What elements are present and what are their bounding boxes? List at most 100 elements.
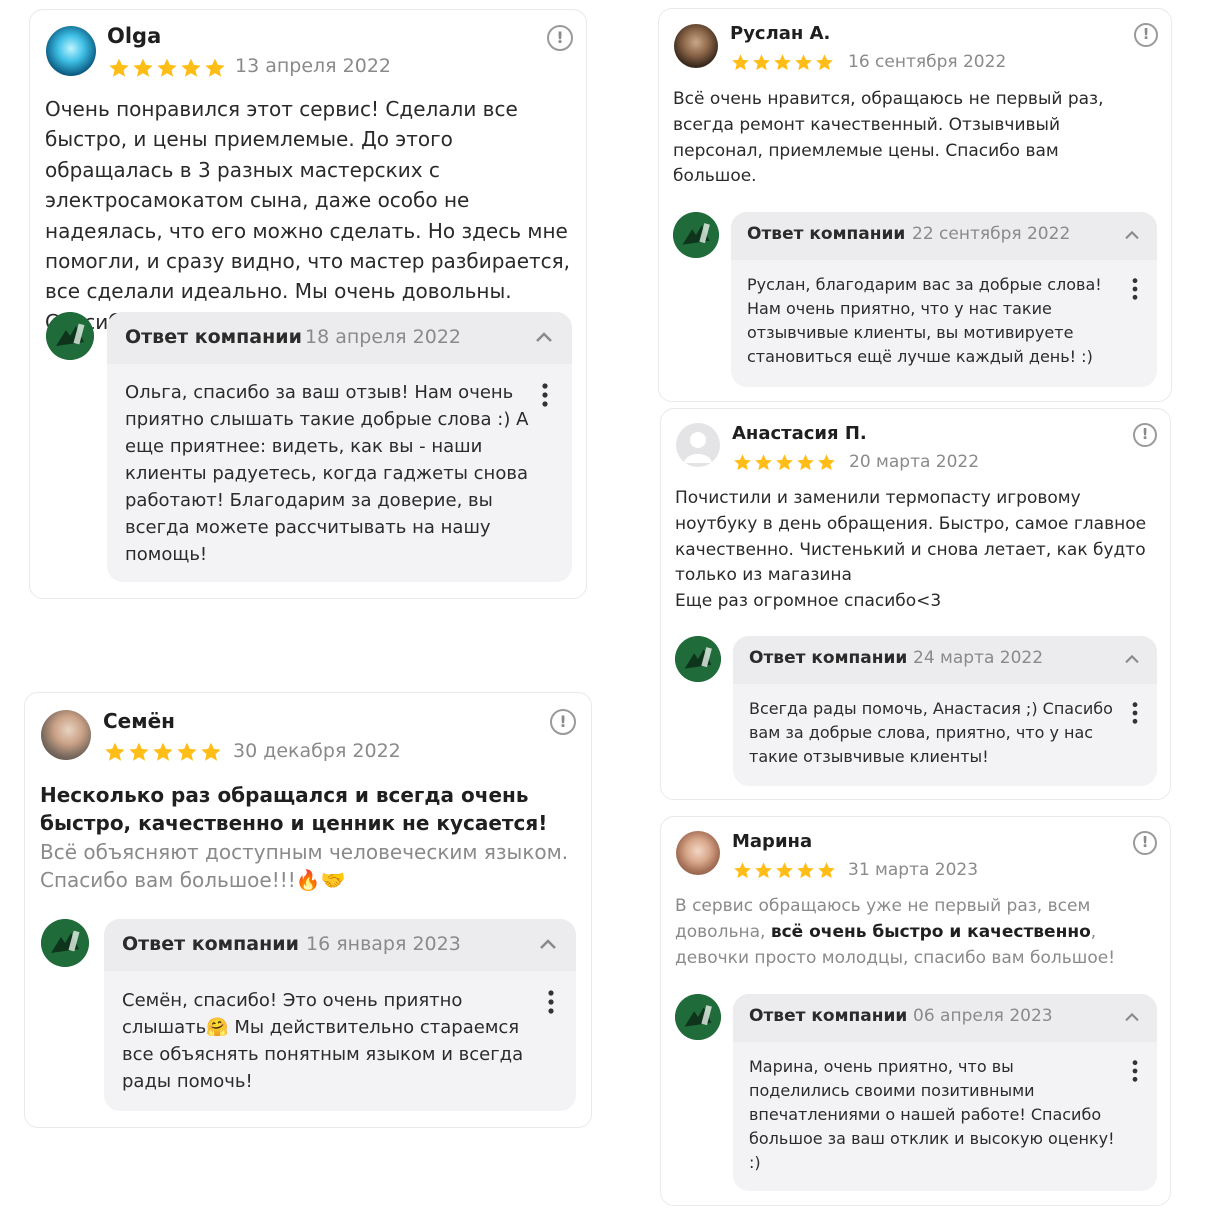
reviewer-name[interactable]: Марина <box>732 831 812 852</box>
reply-text: Марина, очень приятно, что вы поделились… <box>749 1057 1115 1172</box>
star-icon <box>797 454 814 471</box>
reply-date: 16 января 2023 <box>306 933 461 955</box>
star-icon <box>105 742 125 761</box>
company-logo-mark <box>675 994 721 1040</box>
star-icon <box>732 54 749 71</box>
reply-label: Ответ компании <box>747 224 906 244</box>
reviewer-name[interactable]: Анастасия П. <box>732 423 867 444</box>
star-icon <box>129 742 149 761</box>
vertical-dots-icon[interactable] <box>1131 1059 1139 1083</box>
reply-date: 22 сентября 2022 <box>912 224 1071 244</box>
company-reply: Ответ компании 24 марта 2022 Всегда рады… <box>733 636 1157 786</box>
reply-text: Руслан, благодарим вас за добрые слова! … <box>747 275 1102 366</box>
review-card-marina: Марина 31 марта 2023 ! В сервис обращаюс… <box>660 816 1171 1206</box>
reply-text: Всегда рады помочь, Анастасия ;) Спасибо… <box>749 699 1113 766</box>
star-icon <box>153 742 173 761</box>
reply-date: 18 апреля 2022 <box>305 326 461 348</box>
reviewer-name[interactable]: Olga <box>107 24 161 48</box>
review-date: 31 марта 2023 <box>848 860 979 880</box>
review-date: 30 декабря 2022 <box>233 740 401 762</box>
chevron-up-icon[interactable] <box>534 330 554 344</box>
avatar[interactable] <box>676 831 720 875</box>
reviewer-name[interactable]: Руслан А. <box>730 23 830 44</box>
company-logo <box>675 994 721 1040</box>
vertical-dots-icon[interactable] <box>1131 277 1139 301</box>
company-reply: Ответ компании 06 апреля 2023 Марина, оч… <box>733 994 1157 1191</box>
star-icon <box>181 58 201 77</box>
company-reply: Ответ компании 22 сентября 2022 Руслан, … <box>731 212 1157 387</box>
reply-date: 24 марта 2022 <box>913 648 1044 668</box>
reply-date: 06 апреля 2023 <box>913 1006 1053 1026</box>
company-logo <box>675 636 721 682</box>
company-logo-mark <box>41 919 89 967</box>
review-text: В сервис обращаюсь уже не первый раз, вс… <box>675 894 1145 971</box>
rating-stars <box>733 861 836 880</box>
company-logo <box>41 919 89 967</box>
review-date: 16 сентября 2022 <box>848 52 1007 72</box>
review-text-rest: Всё объясняют доступным человеческим язы… <box>40 839 569 893</box>
star-icon <box>201 742 221 761</box>
reply-label: Ответ компании <box>125 326 302 348</box>
avatar[interactable] <box>41 710 91 760</box>
reviewer-name[interactable]: Семён <box>103 709 175 733</box>
star-icon <box>795 54 812 71</box>
report-icon[interactable]: ! <box>1133 423 1157 447</box>
review-card-anastasia: Анастасия П. 20 марта 2022 ! Почистили и… <box>660 408 1171 800</box>
review-text-thanks: Еще раз огромное спасибо<3 <box>675 591 942 612</box>
star-icon <box>776 862 793 879</box>
star-icon <box>818 862 835 879</box>
star-icon <box>755 454 772 471</box>
star-icon <box>157 58 177 77</box>
review-text: Всё очень нравится, обращаюсь не первый … <box>673 89 1104 187</box>
review-text: Очень понравился этот сервис! Сделали вс… <box>45 97 571 334</box>
vertical-dots-icon[interactable] <box>541 382 549 408</box>
star-icon <box>755 862 772 879</box>
avatar[interactable] <box>676 423 720 467</box>
star-icon <box>776 454 793 471</box>
company-logo <box>46 312 94 360</box>
star-icon <box>818 454 835 471</box>
reply-label: Ответ компании <box>122 933 299 955</box>
rating-stars <box>731 53 834 72</box>
company-logo-mark <box>675 636 721 682</box>
review-card-olga: Olga 13 апреля 2022 ! Очень понравился э… <box>29 9 587 599</box>
star-icon <box>177 742 197 761</box>
review-text-main: Почистили и заменили термопасту игровому… <box>675 488 1147 586</box>
vertical-dots-icon[interactable] <box>547 989 555 1015</box>
star-icon <box>816 54 833 71</box>
reply-label: Ответ компании <box>749 1006 908 1026</box>
review-date: 20 марта 2022 <box>849 452 980 472</box>
report-icon[interactable]: ! <box>1134 23 1158 47</box>
star-icon <box>734 862 751 879</box>
report-icon[interactable]: ! <box>1133 831 1157 855</box>
report-icon[interactable]: ! <box>547 25 573 51</box>
report-icon[interactable]: ! <box>550 709 576 735</box>
review-text-highlight: всё очень быстро и качественно <box>770 921 1091 942</box>
review-date: 13 апреля 2022 <box>235 55 391 77</box>
rating-stars <box>108 57 226 79</box>
company-reply: Ответ компании 16 января 2023 Семён, спа… <box>104 919 576 1111</box>
star-icon <box>734 454 751 471</box>
reply-label: Ответ компании <box>749 648 908 668</box>
company-logo-mark <box>673 212 719 258</box>
star-icon <box>109 58 129 77</box>
chevron-up-icon[interactable] <box>1123 1011 1141 1023</box>
star-icon <box>797 862 814 879</box>
rating-stars <box>733 453 836 472</box>
avatar[interactable] <box>674 24 718 68</box>
review-card-ruslan: Руслан А. 16 сентября 2022 ! Всё очень н… <box>658 8 1172 402</box>
vertical-dots-icon[interactable] <box>1131 701 1139 725</box>
chevron-up-icon[interactable] <box>538 937 558 951</box>
chevron-up-icon[interactable] <box>1123 229 1141 241</box>
chevron-up-icon[interactable] <box>1123 653 1141 665</box>
review-card-semyon: Семён 30 декабря 2022 ! Несколько раз об… <box>24 692 592 1128</box>
company-logo <box>673 212 719 258</box>
reply-text: Семён, спасибо! Это очень приятно слышат… <box>122 990 524 1092</box>
review-text: Почистили и заменили термопасту игровому… <box>675 486 1161 615</box>
star-icon <box>133 58 153 77</box>
review-text: Несколько раз обращался и всегда очень б… <box>40 781 580 895</box>
avatar[interactable] <box>46 26 96 76</box>
reply-text: Ольга, спасибо за ваш отзыв! Нам очень п… <box>125 382 529 565</box>
company-logo-mark <box>46 312 94 360</box>
default-user-icon <box>684 432 712 463</box>
